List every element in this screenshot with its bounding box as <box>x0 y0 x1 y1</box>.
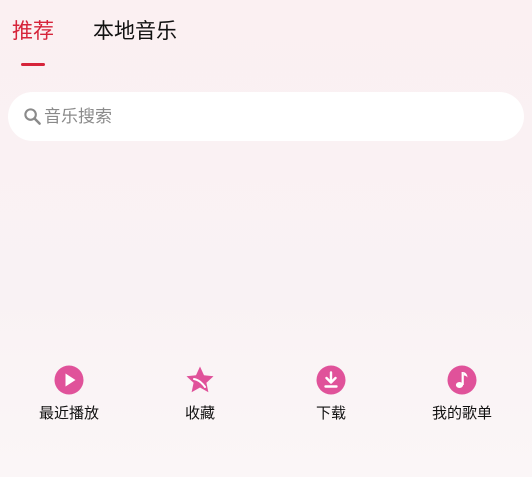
tab-local-music[interactable]: 本地音乐 <box>93 16 177 46</box>
favorites-label: 收藏 <box>184 404 215 422</box>
quick-actions-bar: 最近播放 收藏 下载 我的歌单 <box>0 360 532 430</box>
search-bar[interactable] <box>8 92 524 141</box>
search-icon <box>24 108 41 125</box>
star-icon <box>186 366 214 393</box>
search-input[interactable] <box>44 92 504 141</box>
my-playlists-button[interactable]: 我的歌单 <box>407 360 517 430</box>
play-circle-icon <box>54 365 84 395</box>
tab-recommend[interactable]: 推荐 <box>12 16 54 46</box>
download-label: 下载 <box>315 404 346 422</box>
music-note-icon <box>447 365 477 395</box>
recent-play-label: 最近播放 <box>38 404 99 422</box>
active-tab-indicator <box>21 63 45 66</box>
recent-play-button[interactable]: 最近播放 <box>14 360 124 430</box>
download-button[interactable]: 下载 <box>276 360 386 430</box>
favorites-button[interactable]: 收藏 <box>145 360 255 430</box>
download-icon <box>316 365 346 395</box>
my-playlists-label: 我的歌单 <box>431 404 492 422</box>
top-tabs: 推荐 本地音乐 <box>0 0 532 80</box>
